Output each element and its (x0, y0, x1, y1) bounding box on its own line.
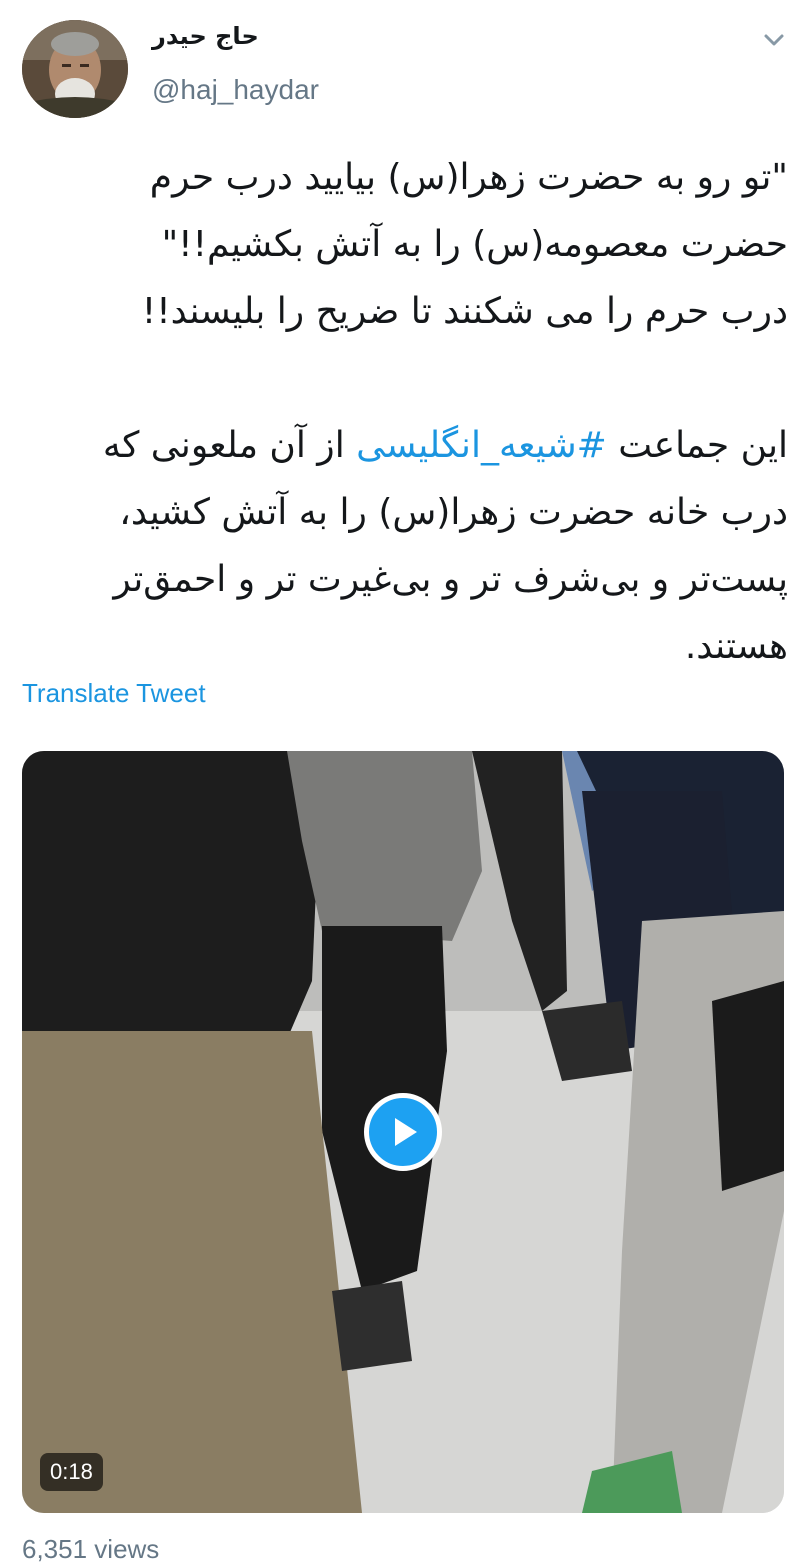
video-player[interactable]: 0:18 (22, 751, 784, 1513)
video-duration-badge: 0:18 (40, 1453, 103, 1491)
user-avatar-photo (22, 20, 128, 118)
play-button[interactable] (364, 1093, 442, 1171)
tweet-text-segment: این جماعت (606, 425, 788, 466)
chevron-down-icon[interactable] (760, 28, 788, 52)
tweet-line: درب خانه حضرت زهرا(س) را به آتش کشید، (119, 492, 788, 533)
view-count: 6,351 views (22, 1534, 160, 1564)
tweet-line: "تو رو به حضرت زهرا(س) بیایید درب حرم (149, 157, 788, 198)
translate-tweet-link[interactable]: Translate Tweet (22, 676, 206, 710)
display-name[interactable]: حاج حیدر (152, 20, 259, 52)
tweet-line: هستند. (684, 626, 788, 667)
tweet-text: "تو رو به حضرت زهرا(س) بیایید درب حرم حض… (40, 144, 788, 680)
tweet-text-segment: از آن ملعونی که (102, 425, 357, 466)
tweet-line: درب حرم را می شکنند تا ضریح را بلیسند!! (141, 291, 788, 332)
tweet-line: پست‌تر و بی‌شرف تر و بی‌غیرت تر و احمق‌ت… (113, 559, 788, 600)
tweet-line: حضرت معصومه(س) را به آتش بکشیم!!" (161, 224, 788, 265)
play-icon (395, 1118, 417, 1146)
avatar[interactable] (22, 20, 128, 118)
tweet-line-with-hashtag: این جماعت #شیعه_انگلیسی از آن ملعونی که (40, 412, 788, 479)
user-handle[interactable]: @haj_haydar (152, 72, 319, 108)
hashtag-link[interactable]: #شیعه_انگلیسی (356, 425, 607, 466)
